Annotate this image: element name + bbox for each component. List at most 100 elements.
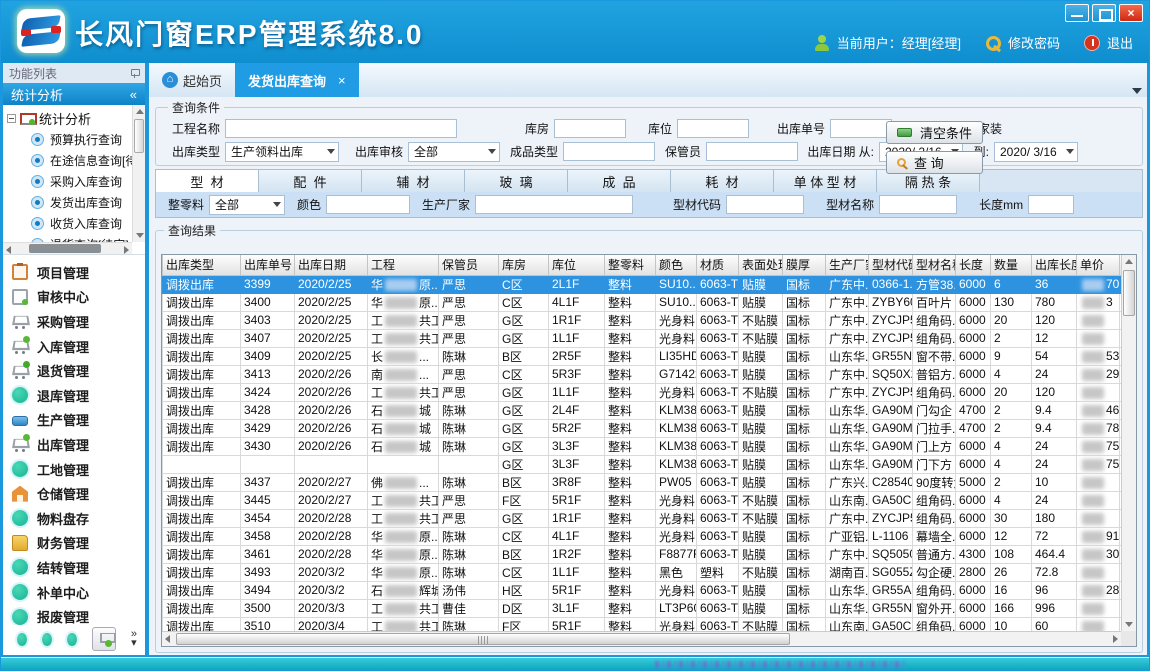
table-row[interactable]: 调拨出库34452020/2/27工共工程严思F区5R1F整料光身料6063-T… (163, 491, 1122, 509)
material-tab[interactable]: 耗 材 (671, 170, 774, 192)
pin-icon[interactable] (130, 69, 139, 78)
profile-code-input[interactable] (726, 195, 804, 214)
whole-part-select[interactable]: 全部 (209, 195, 285, 215)
collapse-icon[interactable]: « (130, 87, 137, 102)
sidebar-item-财务管理[interactable]: 财务管理 (3, 531, 145, 556)
table-row[interactable]: 调拨出库34302020/2/26石城陈琳G区3L3F整料KLM38176063… (163, 437, 1122, 455)
table-vertical-scrollbar[interactable] (1121, 255, 1136, 631)
table-vscroll-thumb[interactable] (1123, 270, 1135, 316)
material-tab[interactable]: 型 材 (156, 170, 259, 192)
tab-home[interactable]: ⌂ 起始页 (149, 63, 235, 97)
tree-item[interactable]: 预算执行查询 (7, 129, 132, 150)
tree-item[interactable]: 收货入库查询 (7, 213, 132, 234)
sidebar-item-入库管理[interactable]: 入库管理 (3, 334, 145, 359)
tree-vscroll-thumb[interactable] (134, 119, 144, 153)
column-header[interactable]: 工程 (368, 255, 439, 275)
clear-conditions-button[interactable]: 清空条件 (886, 121, 983, 144)
sidebar-item-退货管理[interactable]: 退货管理 (3, 358, 145, 383)
scroll-up-icon[interactable] (1125, 259, 1133, 264)
module-cart-button[interactable] (92, 627, 116, 651)
tree-item[interactable]: 发货出库查询 (7, 192, 132, 213)
scroll-left-icon[interactable] (165, 635, 170, 643)
sidebar-item-审核中心[interactable]: 审核中心 (3, 285, 145, 310)
table-row[interactable]: 调拨出库34092020/2/25长...陈琳B区2R5F整料LI35HD606… (163, 347, 1122, 365)
sidebar-item-生产管理[interactable]: 生产管理 (3, 408, 145, 433)
column-header[interactable]: 出库长度 (1032, 255, 1077, 275)
column-header[interactable]: 型材名称 (913, 255, 956, 275)
sidebar-item-物料盘存[interactable]: 物料盘存 (3, 506, 145, 531)
sidebar-item-仓储管理[interactable]: 仓储管理 (3, 481, 145, 506)
table-row[interactable]: 调拨出库34542020/2/28工共工程严思G区1R1F整料光身料6063-T… (163, 509, 1122, 527)
maker-input[interactable] (475, 195, 633, 214)
material-tab[interactable]: 玻 璃 (465, 170, 568, 192)
search-button[interactable]: 查 询 (886, 151, 983, 174)
table-row[interactable]: 调拨出库34612020/2/28华原...陈琳B区1R2F整料F8877FT6… (163, 545, 1122, 563)
close-button[interactable]: × (1119, 4, 1143, 22)
column-header[interactable]: 型材代码 (869, 255, 913, 275)
module-circle-icon[interactable] (42, 633, 52, 646)
table-row[interactable]: 调拨出库34282020/2/26石城陈琳G区2L4F整料KLM38176063… (163, 401, 1122, 419)
material-tab[interactable]: 辅 材 (362, 170, 465, 192)
material-tab[interactable]: 成 品 (568, 170, 671, 192)
sidebar-item-退库管理[interactable]: 退库管理 (3, 383, 145, 408)
color-input[interactable] (326, 195, 410, 214)
scroll-right-icon[interactable] (1113, 635, 1118, 643)
tree-horizontal-scrollbar[interactable] (3, 242, 132, 254)
scroll-left-icon[interactable] (6, 246, 11, 254)
sidebar-item-结转管理[interactable]: 结转管理 (3, 555, 145, 580)
tab-shipping-outbound-query[interactable]: 发货出库查询 × (235, 63, 359, 97)
table-row[interactable]: G区3L3F整料KLM38176063-T5贴膜国标山东华...GA90M09.… (163, 455, 1122, 473)
sidebar-item-工地管理[interactable]: 工地管理 (3, 457, 145, 482)
module-circle-icon[interactable] (17, 633, 27, 646)
tree-vertical-scrollbar[interactable] (132, 105, 145, 242)
column-header[interactable]: 出库单号 (241, 255, 295, 275)
sidebar-item-报废管理[interactable]: 报废管理 (3, 604, 145, 625)
column-header[interactable]: 表面处理 (739, 255, 783, 275)
warehouse-input[interactable] (554, 119, 626, 138)
logout-link[interactable]: 退出 (1107, 33, 1133, 52)
column-header[interactable]: 生产厂家 (826, 255, 869, 275)
tree-hscroll-thumb[interactable] (29, 244, 101, 253)
table-row[interactable]: 调拨出库34582020/2/28华原...陈琳C区4L1F整料光身料6063-… (163, 527, 1122, 545)
scroll-up-icon[interactable] (136, 109, 144, 114)
table-row[interactable]: 调拨出库34932020/3/2华原...陈琳C区1L1F整料黑色塑料不贴膜国标… (163, 563, 1122, 581)
column-header[interactable]: 单价 (1077, 255, 1120, 275)
sidebar-item-出库管理[interactable]: 出库管理 (3, 432, 145, 457)
table-row[interactable]: 调拨出库34242020/2/26工共工程严思G区1L1F整料光身料6063-T… (163, 383, 1122, 401)
scroll-down-icon[interactable] (136, 233, 144, 238)
column-header[interactable]: 库房 (499, 255, 549, 275)
table-hscroll-thumb[interactable] (176, 633, 790, 645)
sidebar-item-补单中心[interactable]: 补单中心 (3, 580, 145, 605)
column-header[interactable]: 出库类型 (163, 255, 241, 275)
column-header[interactable]: 库位 (549, 255, 605, 275)
product-type-input[interactable] (563, 142, 655, 161)
maximize-button[interactable] (1092, 4, 1116, 22)
tree-item[interactable]: 在途信息查询[待 (7, 150, 132, 171)
profile-name-input[interactable] (879, 195, 957, 214)
table-row[interactable]: 调拨出库34032020/2/25工共工程严思G区1R1F整料光身料6063-T… (163, 311, 1122, 329)
length-input[interactable] (1028, 195, 1074, 214)
column-header[interactable]: 保管员 (439, 255, 499, 275)
tab-list-caret-icon[interactable] (1132, 88, 1142, 94)
scroll-right-icon[interactable] (124, 246, 129, 254)
more-modules-button[interactable]: » ▾ (131, 630, 137, 648)
table-horizontal-scrollbar[interactable] (162, 631, 1121, 646)
sidebar-item-采购管理[interactable]: 采购管理 (3, 309, 145, 334)
scroll-down-icon[interactable] (1125, 622, 1133, 627)
tree-expander-icon[interactable] (7, 114, 16, 123)
column-header[interactable]: 颜色 (656, 255, 697, 275)
table-row[interactable]: 调拨出库34002020/2/25华原...严思C区4L1F整料SU10...6… (163, 293, 1122, 311)
column-header[interactable]: 出库日期 (295, 255, 368, 275)
tree-item[interactable]: 退货查询[待定] (7, 234, 132, 242)
table-row[interactable]: 调拨出库34072020/2/25工共工程严思G区1L1F整料光身料6063-T… (163, 329, 1122, 347)
tree-root-node[interactable]: 统计分析 (7, 108, 132, 129)
tree-item[interactable]: 采购入库查询 (7, 171, 132, 192)
column-header[interactable]: 整零料 (605, 255, 656, 275)
change-password-link[interactable]: 修改密码 (1008, 33, 1060, 52)
column-header[interactable]: 数量 (991, 255, 1032, 275)
table-row[interactable]: 调拨出库33992020/2/25华原...严思C区2L1F整料SU10...6… (163, 275, 1122, 293)
sidebar-accordion-header[interactable]: 统计分析 « (3, 83, 145, 105)
table-row[interactable]: 调拨出库34942020/3/2石辉城汤伟H区5R1F整料光身料6063-T5贴… (163, 581, 1122, 599)
tab-close-icon[interactable]: × (338, 73, 346, 88)
material-tab[interactable]: 配 件 (259, 170, 362, 192)
